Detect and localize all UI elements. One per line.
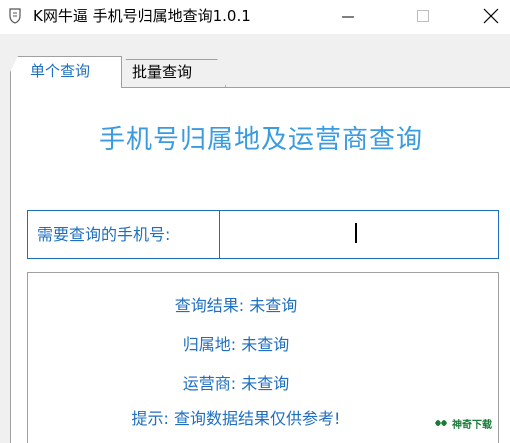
- carrier-text: 运营商: 未查询: [182, 374, 290, 393]
- leaf-logo-icon: [435, 420, 447, 426]
- maximize-button[interactable]: [400, 0, 446, 32]
- text-caret: [355, 223, 357, 243]
- watermark: 神奇下载: [434, 414, 492, 432]
- watermark-text: 神奇下载: [452, 419, 492, 431]
- phone-field-row: 需要查询的手机号:: [27, 210, 499, 259]
- window-title: K网牛逼 手机号归属地查询1.0.1: [33, 7, 251, 25]
- close-button[interactable]: [468, 0, 510, 32]
- location-text: 归属地: 未查询: [182, 335, 290, 354]
- app-window: K网牛逼 手机号归属地查询1.0.1 单个查询 批量查询 手机号归属地及运营商查…: [0, 0, 510, 443]
- divider: [219, 211, 220, 258]
- tip-text: 提示: 查询数据结果仅供参考!: [131, 409, 341, 428]
- maximize-icon: [417, 10, 429, 22]
- minimize-icon: [342, 16, 354, 18]
- shield-icon: [9, 8, 21, 24]
- query-result-text: 查询结果: 未查询: [174, 296, 298, 315]
- tab-batch-query[interactable]: 批量查询: [118, 59, 226, 87]
- title-bar[interactable]: K网牛逼 手机号归属地查询1.0.1: [0, 0, 510, 34]
- phone-input[interactable]: [221, 212, 497, 257]
- minimize-button[interactable]: [325, 0, 371, 32]
- close-icon: [483, 8, 499, 24]
- phone-label: 需要查询的手机号:: [37, 225, 171, 244]
- tab-single-query[interactable]: 单个查询: [10, 56, 122, 88]
- page-title: 手机号归属地及运营商查询: [98, 125, 423, 155]
